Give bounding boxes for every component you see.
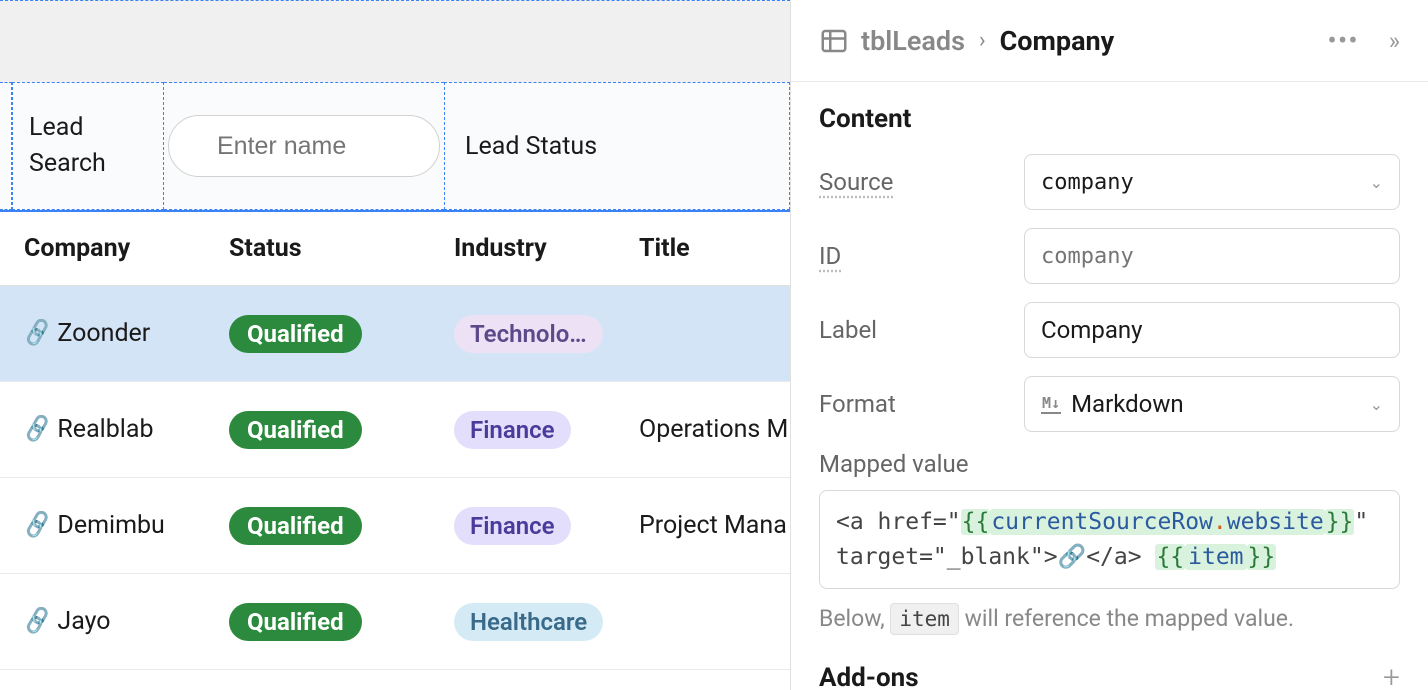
industry-cell: Technolo… bbox=[454, 315, 639, 353]
collapse-panel-button[interactable]: » bbox=[1389, 27, 1400, 55]
source-select[interactable]: company ⌄ bbox=[1024, 154, 1400, 210]
industry-badge: Finance bbox=[454, 507, 571, 545]
label-input[interactable] bbox=[1024, 302, 1400, 358]
col-header-title[interactable]: Title bbox=[639, 234, 790, 263]
hint-item-code: item bbox=[890, 603, 959, 635]
status-badge: Qualified bbox=[229, 507, 362, 545]
table-row[interactable]: 🔗JayoQualifiedHealthcare bbox=[0, 574, 790, 670]
company-cell[interactable]: 🔗Jayo bbox=[24, 607, 229, 636]
label-row: Label bbox=[819, 302, 1400, 358]
id-row: ID bbox=[819, 228, 1400, 284]
link-icon: 🔗 bbox=[24, 511, 54, 540]
content-section-title: Content bbox=[819, 104, 1400, 134]
inspector-panel: tblLeads › Company ••• » Content Source … bbox=[790, 0, 1428, 690]
company-name: Realblab bbox=[57, 415, 153, 444]
table-body: 🔗ZoonderQualifiedTechnolo…🔗RealblabQuali… bbox=[0, 286, 790, 670]
col-header-industry[interactable]: Industry bbox=[454, 234, 639, 263]
addons-section-title: Add-ons bbox=[819, 663, 919, 690]
status-cell: Qualified bbox=[229, 507, 454, 545]
link-icon: 🔗 bbox=[24, 415, 54, 444]
status-cell: Qualified bbox=[229, 603, 454, 641]
company-cell[interactable]: 🔗Zoonder bbox=[24, 319, 229, 348]
status-badge: Qualified bbox=[229, 411, 362, 449]
format-value: Markdown bbox=[1071, 390, 1184, 418]
markdown-icon: M↓ bbox=[1041, 394, 1061, 414]
format-row: Format M↓ Markdown ⌄ bbox=[819, 376, 1400, 432]
id-label: ID bbox=[819, 242, 841, 270]
lead-search-label: Lead Search bbox=[29, 110, 147, 183]
company-cell[interactable]: 🔗Realblab bbox=[24, 415, 229, 444]
source-label: Source bbox=[819, 168, 893, 196]
breadcrumb-table[interactable]: tblLeads bbox=[861, 25, 965, 57]
panel-body: Content Source company ⌄ ID Label Forma bbox=[791, 82, 1428, 690]
industry-cell: Finance bbox=[454, 507, 639, 545]
industry-cell: Finance bbox=[454, 411, 639, 449]
source-row: Source company ⌄ bbox=[819, 154, 1400, 210]
more-options-button[interactable]: ••• bbox=[1327, 24, 1358, 57]
addons-row: Add-ons + bbox=[819, 660, 1400, 690]
lead-status-label: Lead Status bbox=[465, 132, 597, 161]
mapped-value-editor[interactable]: <a href="{{currentSourceRow.website}}" t… bbox=[819, 490, 1400, 589]
filter-area: Lead Search 🔍 Lead Status bbox=[0, 82, 790, 212]
industry-badge: Finance bbox=[454, 411, 571, 449]
table-row[interactable]: 🔗DemimbuQualifiedFinanceProject Mana bbox=[0, 478, 790, 574]
lead-search-label-cell[interactable]: Lead Search bbox=[12, 82, 164, 210]
company-name: Jayo bbox=[57, 607, 110, 636]
industry-badge: Technolo… bbox=[454, 315, 603, 353]
chevron-down-icon: ⌄ bbox=[1370, 395, 1383, 414]
format-select[interactable]: M↓ Markdown ⌄ bbox=[1024, 376, 1400, 432]
mapped-value-hint: Below, item will reference the mapped va… bbox=[819, 605, 1400, 632]
link-icon: 🔗 bbox=[24, 319, 54, 348]
link-icon: 🔗 bbox=[24, 607, 54, 636]
breadcrumb-field: Company bbox=[1000, 25, 1115, 57]
company-cell[interactable]: 🔗Demimbu bbox=[24, 511, 229, 540]
industry-cell: Healthcare bbox=[454, 603, 639, 641]
col-header-status[interactable]: Status bbox=[229, 234, 454, 263]
chevron-down-icon: ⌄ bbox=[1370, 173, 1383, 192]
table-row[interactable]: 🔗ZoonderQualifiedTechnolo… bbox=[0, 286, 790, 382]
add-addon-button[interactable]: + bbox=[1383, 660, 1400, 690]
lead-status-label-cell[interactable]: Lead Status bbox=[444, 82, 790, 210]
search-input[interactable] bbox=[168, 115, 440, 177]
company-name: Zoonder bbox=[57, 319, 150, 348]
panel-header: tblLeads › Company ••• » bbox=[791, 0, 1428, 82]
dashed-region-left bbox=[0, 82, 12, 210]
search-input-cell: 🔍 bbox=[164, 82, 444, 210]
top-bar-region bbox=[0, 0, 790, 82]
table-header-row: Company Status Industry Title bbox=[0, 212, 790, 286]
title-cell: Project Mana bbox=[639, 511, 790, 540]
status-badge: Qualified bbox=[229, 315, 362, 353]
status-badge: Qualified bbox=[229, 603, 362, 641]
status-cell: Qualified bbox=[229, 411, 454, 449]
breadcrumb-separator-icon: › bbox=[979, 28, 986, 53]
table-row[interactable]: 🔗RealblabQualifiedFinanceOperations M bbox=[0, 382, 790, 478]
table-icon bbox=[819, 26, 849, 56]
main-canvas: Lead Search 🔍 Lead Status Company Status… bbox=[0, 0, 790, 690]
status-cell: Qualified bbox=[229, 315, 454, 353]
col-header-company[interactable]: Company bbox=[24, 234, 229, 263]
mapped-value-label: Mapped value bbox=[819, 450, 1400, 478]
id-input[interactable] bbox=[1024, 228, 1400, 284]
title-cell: Operations M bbox=[639, 415, 790, 444]
industry-badge: Healthcare bbox=[454, 603, 603, 641]
source-value: company bbox=[1041, 170, 1134, 195]
company-name: Demimbu bbox=[57, 511, 164, 540]
label-label: Label bbox=[819, 316, 877, 344]
format-label: Format bbox=[819, 390, 896, 418]
